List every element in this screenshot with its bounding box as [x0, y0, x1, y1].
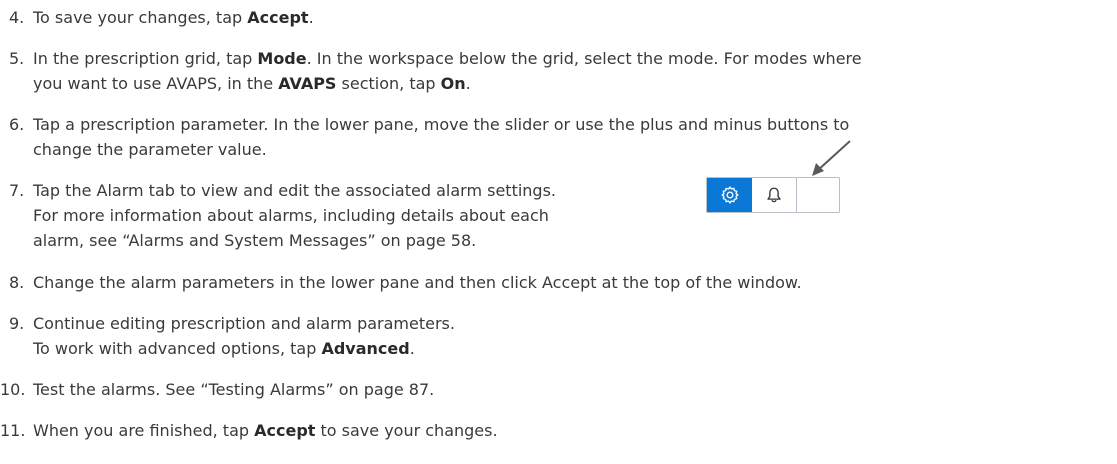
step-number: 5.	[9, 49, 25, 68]
step-number: 4.	[9, 8, 25, 27]
pointer-arrow	[812, 140, 851, 176]
alarm-tab-figure	[706, 177, 840, 213]
list-item: 10. Test the alarms. See “Testing Alarms…	[0, 377, 1110, 402]
list-item: 5. In the prescription grid, tap Mode. I…	[0, 46, 1110, 96]
settings-tab	[707, 178, 752, 212]
list-item: 11. When you are finished, tap Accept to…	[0, 418, 1110, 443]
step-number: 8.	[9, 273, 25, 292]
step-number: 6.	[9, 115, 25, 134]
step-number: 11.	[0, 421, 26, 440]
step-number: 9.	[9, 314, 25, 333]
bell-icon	[767, 187, 781, 203]
alarm-tab	[752, 178, 797, 212]
gear-icon	[720, 186, 739, 204]
list-item: 7. Tap the Alarm tab to view and edit th…	[0, 178, 1110, 253]
step-number: 10.	[0, 380, 26, 399]
list-item: 9. Continue editing prescription and ala…	[0, 311, 1110, 361]
list-item: 4. To save your changes, tap Accept.	[0, 5, 1110, 30]
step-number: 7.	[9, 181, 25, 200]
list-item: 8. Change the alarm parameters in the lo…	[0, 270, 1110, 295]
list-item: 6. Tap a prescription parameter. In the …	[0, 112, 1110, 162]
